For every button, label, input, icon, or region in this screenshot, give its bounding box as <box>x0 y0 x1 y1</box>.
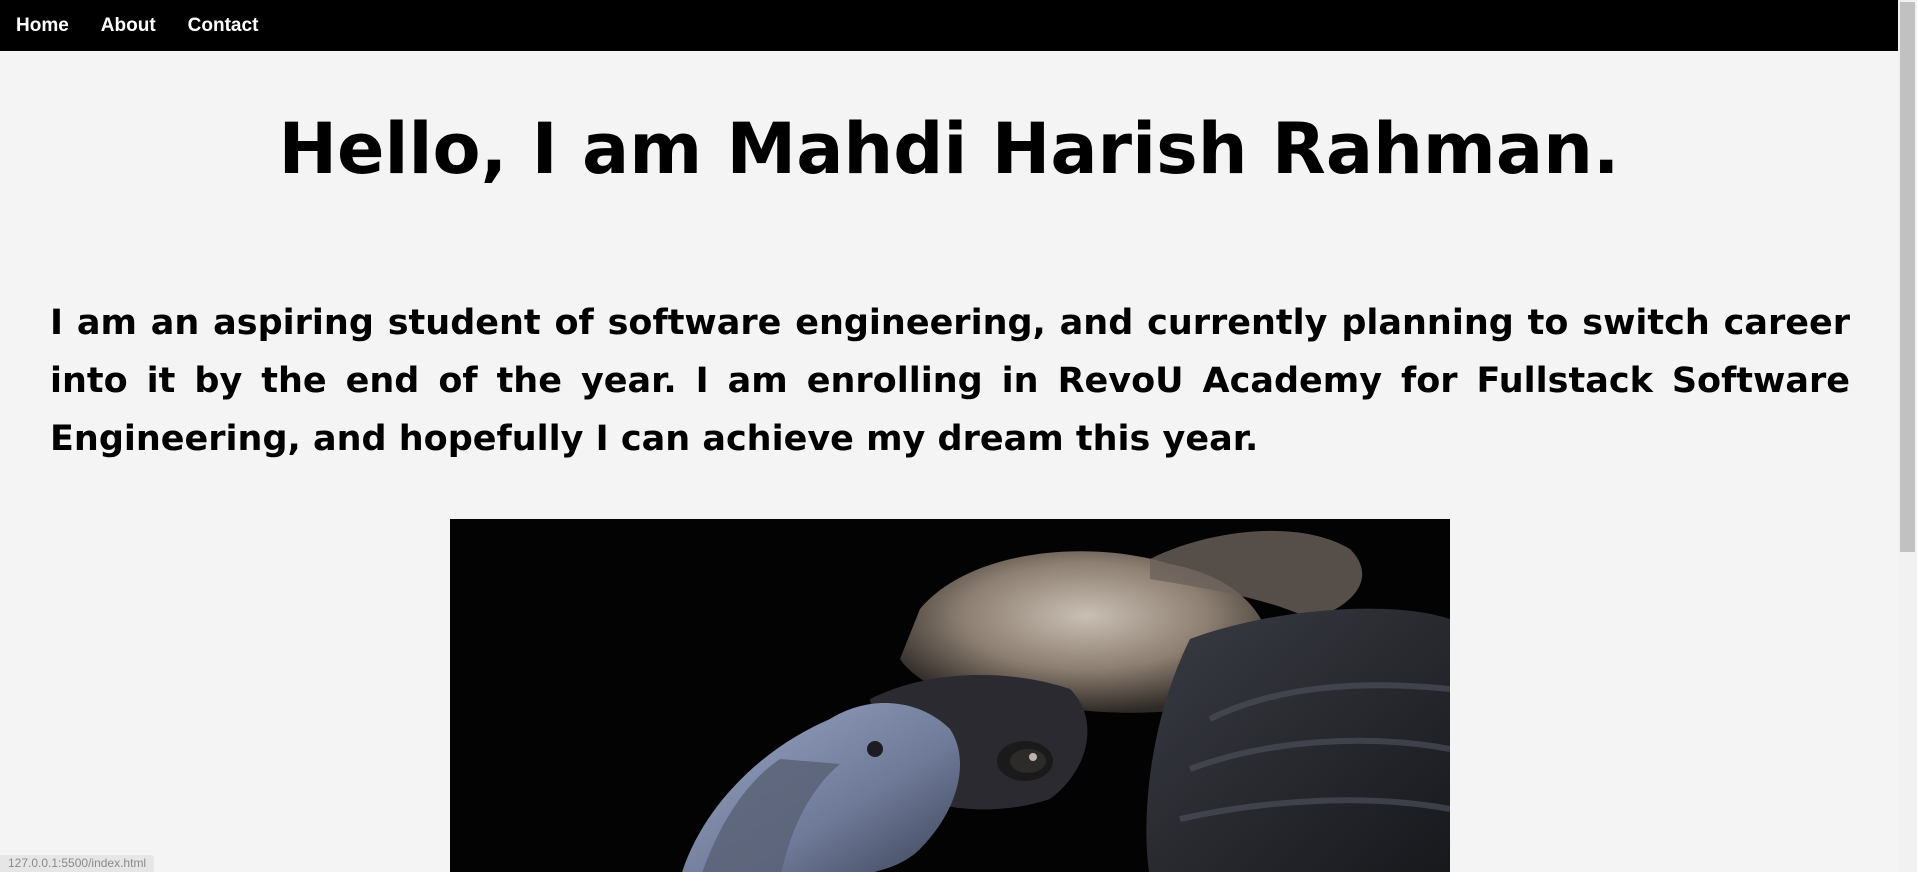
nav-link-home[interactable]: Home <box>16 15 69 37</box>
scrollbar-thumb[interactable] <box>1900 2 1915 552</box>
nav-link-about[interactable]: About <box>101 15 156 37</box>
top-navbar: Home About Contact <box>0 0 1898 51</box>
main-content: Hello, I am Mahdi Harish Rahman. I am an… <box>0 51 1898 872</box>
page-title: Hello, I am Mahdi Harish Rahman. <box>278 108 1620 190</box>
vulture-photo <box>450 519 1450 872</box>
nav-link-contact[interactable]: Contact <box>188 15 259 37</box>
vulture-illustration <box>450 519 1450 872</box>
browser-status-url: 127.0.0.1:5500/index.html <box>0 855 155 872</box>
bio-paragraph: I am an aspiring student of software eng… <box>50 303 1850 459</box>
